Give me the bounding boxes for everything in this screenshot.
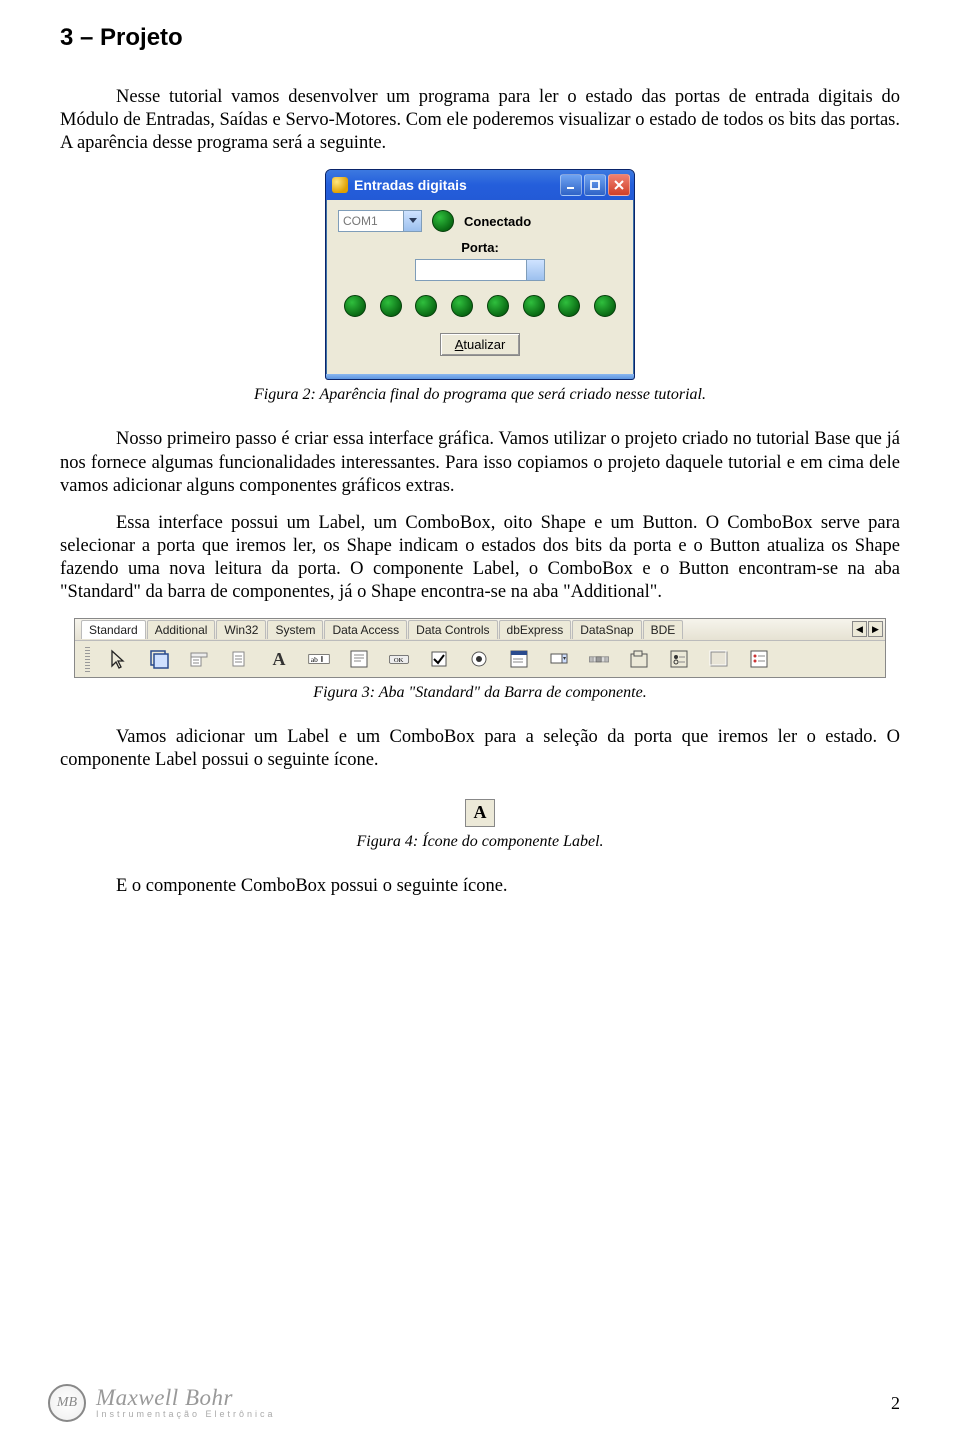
- tab-standard[interactable]: Standard: [81, 620, 146, 639]
- popupmenu-icon[interactable]: [226, 646, 252, 672]
- tab-additional[interactable]: Additional: [147, 620, 216, 639]
- paragraph-4: Vamos adicionar um Label e um ComboBox p…: [60, 726, 900, 772]
- page-number: 2: [891, 1393, 900, 1414]
- close-button[interactable]: [608, 174, 630, 196]
- connection-status: Conectado: [464, 214, 531, 229]
- edit-icon[interactable]: ab: [306, 646, 332, 672]
- bit-led-icon: [558, 295, 580, 317]
- brand-name: Maxwell Bohr: [96, 1386, 276, 1410]
- mainmenu-icon[interactable]: [186, 646, 212, 672]
- brand-logo-icon: MB: [48, 1384, 86, 1422]
- combobox-icon[interactable]: [546, 646, 572, 672]
- tab-bde[interactable]: BDE: [643, 620, 684, 639]
- paragraph-1: Nesse tutorial vamos desenvolver um prog…: [60, 86, 900, 155]
- memo-icon[interactable]: [346, 646, 372, 672]
- panel-icon[interactable]: [706, 646, 732, 672]
- app-icon: [332, 177, 348, 193]
- actionlist-icon[interactable]: [746, 646, 772, 672]
- pointer-icon[interactable]: [106, 646, 132, 672]
- section-heading: 3 – Projeto: [60, 24, 900, 52]
- minimize-button[interactable]: [560, 174, 582, 196]
- figure4-caption: Figura 4: Ícone do componente Label.: [60, 833, 900, 851]
- listbox-icon[interactable]: [506, 646, 532, 672]
- bit-led-icon: [344, 295, 366, 317]
- update-button-rest: tualizar: [463, 337, 505, 352]
- figure3-caption: Figura 3: Aba "Standard" da Barra de com…: [60, 684, 900, 702]
- brand-subtitle: Instrumentação Eletrônica: [96, 1410, 276, 1419]
- paragraph-5: E o componente ComboBox possui o seguint…: [60, 875, 900, 898]
- connection-led-icon: [432, 210, 454, 232]
- paragraph-2: Nosso primeiro passo é criar essa interf…: [60, 428, 900, 497]
- tabs-scroll-right-button[interactable]: ▶: [868, 621, 883, 637]
- port-label: Porta:: [338, 240, 622, 255]
- button-icon[interactable]: OK: [386, 646, 412, 672]
- window-title: Entradas digitais: [354, 177, 558, 193]
- chevron-down-icon: [532, 267, 540, 272]
- maximize-button[interactable]: [584, 174, 606, 196]
- page-footer: MB Maxwell Bohr Instrumentação Eletrônic…: [48, 1384, 900, 1422]
- app-window: Entradas digitais COM1: [325, 169, 635, 380]
- chevron-down-icon: [409, 218, 417, 223]
- label-icon[interactable]: A: [266, 646, 292, 672]
- tab-win32[interactable]: Win32: [216, 620, 266, 639]
- com-port-value: COM1: [343, 214, 378, 228]
- bit-led-icon: [487, 295, 509, 317]
- bit-led-icon: [594, 295, 616, 317]
- bit-led-icon: [523, 295, 545, 317]
- frames-icon[interactable]: [146, 646, 172, 672]
- palette-icons: A ab OK: [75, 641, 885, 677]
- label-component-icon: A: [465, 799, 495, 827]
- tab-system[interactable]: System: [267, 620, 323, 639]
- tabs-scroll-left-button[interactable]: ◀: [852, 621, 867, 637]
- tab-data-access[interactable]: Data Access: [324, 620, 407, 639]
- update-button[interactable]: Atualizar: [440, 333, 521, 356]
- paragraph-3: Essa interface possui um Label, um Combo…: [60, 512, 900, 605]
- bit-led-icon: [451, 295, 473, 317]
- svg-text:OK: OK: [394, 657, 404, 664]
- figure2-caption: Figura 2: Aparência final do programa qu…: [60, 386, 900, 404]
- tab-dbexpress[interactable]: dbExpress: [499, 620, 572, 639]
- checkbox-icon[interactable]: [426, 646, 452, 672]
- tabs-scroll: ◀ ▶: [852, 621, 883, 637]
- tab-data-controls[interactable]: Data Controls: [408, 620, 497, 639]
- bit-led-icon: [415, 295, 437, 317]
- window-footer-strip: [326, 374, 634, 379]
- update-button-accel: A: [455, 337, 464, 352]
- bits-row: [338, 295, 622, 317]
- palette-tabs: Standard Additional Win32 System Data Ac…: [75, 619, 885, 641]
- groupbox-icon[interactable]: [626, 646, 652, 672]
- bit-led-icon: [380, 295, 402, 317]
- component-palette: Standard Additional Win32 System Data Ac…: [74, 618, 886, 678]
- scrollbar-icon[interactable]: [586, 646, 612, 672]
- port-combobox[interactable]: [415, 259, 545, 281]
- svg-text:ab: ab: [311, 655, 318, 664]
- radiobutton-icon[interactable]: [466, 646, 492, 672]
- grip-icon: [85, 646, 90, 672]
- window-titlebar[interactable]: Entradas digitais: [326, 170, 634, 200]
- com-port-combobox[interactable]: COM1: [338, 210, 422, 232]
- tab-datasnap[interactable]: DataSnap: [572, 620, 641, 639]
- radiogroup-icon[interactable]: [666, 646, 692, 672]
